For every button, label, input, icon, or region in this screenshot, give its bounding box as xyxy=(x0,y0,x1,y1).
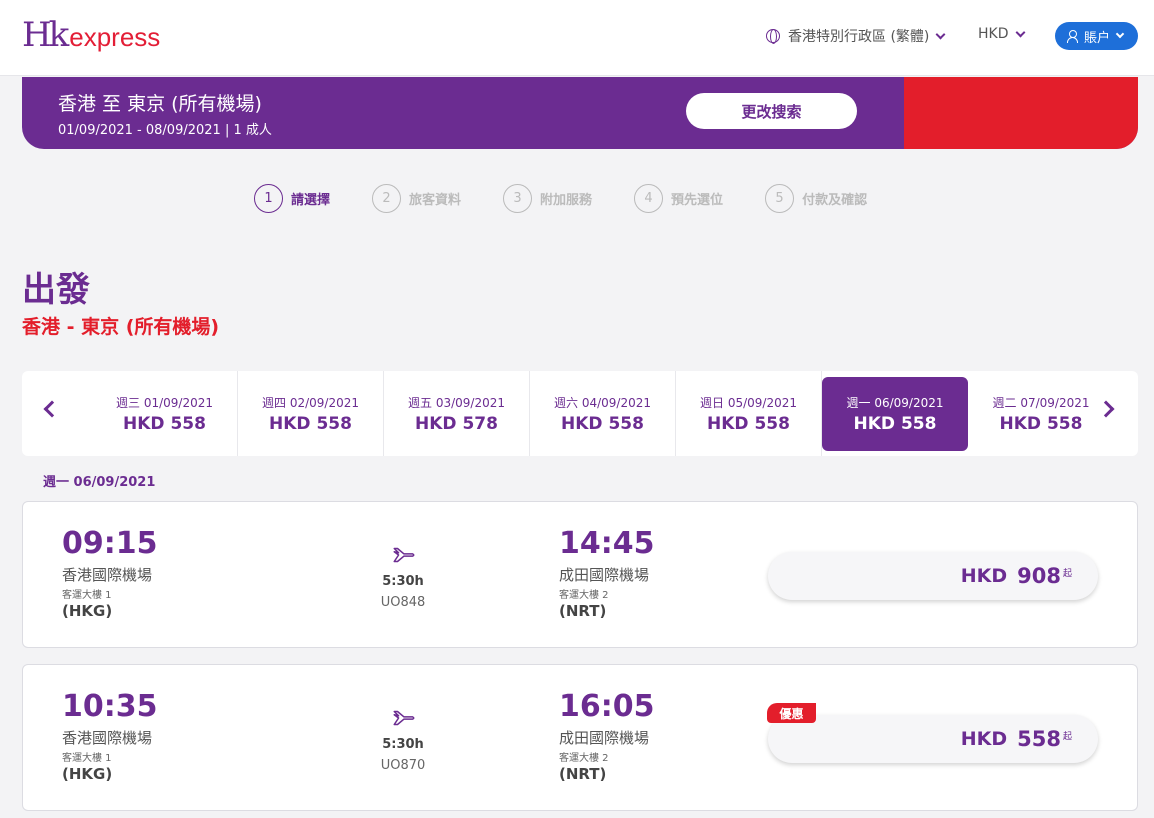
step-number: 5 xyxy=(765,184,795,213)
date-price: HKD 558 xyxy=(999,413,1083,434)
account-label: 賬户 xyxy=(1084,30,1111,46)
departure-airport: 香港國際機場 xyxy=(62,729,153,747)
date-option[interactable]: 週五 03/09/2021 HKD 578 xyxy=(384,371,530,456)
hk-express-logo[interactable]: Hk express xyxy=(22,18,160,52)
date-label: 週日 05/09/2021 xyxy=(700,395,797,410)
language-selector[interactable]: 香港特別行政區 (繁體) xyxy=(766,26,946,46)
date-option[interactable]: 週日 05/09/2021 HKD 558 xyxy=(676,371,822,456)
arrival-time: 16:05 xyxy=(559,689,655,724)
date-option[interactable]: 週四 02/09/2021 HKD 558 xyxy=(238,371,384,456)
date-option[interactable]: 週六 04/09/2021 HKD 558 xyxy=(530,371,676,456)
chevron-left-icon[interactable] xyxy=(43,400,61,418)
fare-amount: 558 xyxy=(1017,727,1061,751)
logo-hk: Hk xyxy=(22,15,69,55)
select-fare-button[interactable]: HKD 908 起 xyxy=(768,552,1098,600)
arrival-terminal: 客運大樓 2 xyxy=(559,590,609,601)
user-icon xyxy=(1067,30,1078,43)
step-add-ons: 3 附加服務 xyxy=(503,184,592,213)
step-label: 請選擇 xyxy=(291,193,331,208)
date-option[interactable]: 週二 07/09/2021 HKD 558 xyxy=(968,371,1114,456)
language-label: 香港特別行政區 (繁體) xyxy=(788,29,930,45)
promo-badge: 優惠 xyxy=(767,703,816,723)
date-label: 週二 07/09/2021 xyxy=(992,395,1090,410)
globe-icon xyxy=(766,29,780,44)
arrival-time: 14:45 xyxy=(559,526,655,561)
flight-number: UO848 xyxy=(380,595,426,610)
step-passenger-details: 2 旅客資料 xyxy=(372,184,461,213)
date-price: HKD 558 xyxy=(269,413,352,434)
departure-terminal: 客運大樓 1 xyxy=(62,590,112,601)
departure-title: 出發 xyxy=(22,270,90,310)
departure-time: 09:15 xyxy=(62,526,158,561)
arrival-airport: 成田國際機場 xyxy=(559,729,650,747)
fare-currency: HKD xyxy=(960,565,1008,587)
step-label: 付款及確認 xyxy=(802,193,868,208)
logo-express: express xyxy=(69,22,161,52)
date-label: 週四 02/09/2021 xyxy=(262,395,359,410)
date-list: 週三 01/09/2021 HKD 558 週四 02/09/2021 HKD … xyxy=(92,371,1114,456)
departure-airport: 香港國際機場 xyxy=(62,566,153,584)
departure-time: 10:35 xyxy=(62,689,158,724)
arrival-code: (NRT) xyxy=(559,602,607,620)
date-carousel: 週三 01/09/2021 HKD 558 週四 02/09/2021 HKD … xyxy=(22,371,1138,456)
date-price: HKD 558 xyxy=(561,413,644,434)
date-option[interactable]: 週三 01/09/2021 HKD 558 xyxy=(92,371,238,456)
banner-accent xyxy=(904,77,1138,149)
arrival-airport: 成田國際機場 xyxy=(559,566,650,584)
select-fare-button[interactable]: HKD 558 起 xyxy=(768,715,1098,763)
search-route: 香港 至 東京 (所有機場) xyxy=(58,93,262,115)
departure-code: (HKG) xyxy=(62,765,113,783)
date-label: 週三 01/09/2021 xyxy=(116,395,213,410)
departure-code: (HKG) xyxy=(62,602,113,620)
airplane-icon xyxy=(393,710,415,726)
currency-label: HKD xyxy=(978,26,1009,42)
date-label: 週六 04/09/2021 xyxy=(554,395,651,410)
departure-terminal: 客運大樓 1 xyxy=(62,753,112,764)
top-header: Hk express 香港特別行政區 (繁體) HKD 賬户 xyxy=(0,0,1154,76)
step-payment: 5 付款及確認 xyxy=(765,184,867,213)
step-select[interactable]: 1 請選擇 xyxy=(254,184,330,213)
flight-number: UO870 xyxy=(380,758,426,773)
arrival-code: (NRT) xyxy=(559,765,607,783)
change-search-button[interactable]: 更改搜索 xyxy=(686,93,857,129)
selected-date-label: 週一 06/09/2021 xyxy=(43,475,156,490)
search-summary-banner: 香港 至 東京 (所有機場) 01/09/2021 - 08/09/2021 |… xyxy=(22,77,1138,149)
step-seat-selection: 4 預先選位 xyxy=(634,184,723,213)
chevron-down-icon xyxy=(1115,29,1125,39)
date-option-selected[interactable]: 週一 06/09/2021 HKD 558 xyxy=(822,377,968,451)
date-price: HKD 558 xyxy=(707,413,790,434)
step-number: 1 xyxy=(254,184,283,213)
departure-route: 香港 - 東京 (所有機場) xyxy=(22,316,220,338)
date-label: 週一 06/09/2021 xyxy=(846,396,944,410)
flight-card: 10:35 香港國際機場 客運大樓 1 (HKG) 5:30h UO870 16… xyxy=(22,664,1138,811)
flight-duration: 5:30h xyxy=(382,737,424,752)
airplane-icon xyxy=(393,547,415,563)
currency-selector[interactable]: HKD xyxy=(978,26,1025,42)
step-label: 預先選位 xyxy=(671,193,724,208)
date-price: HKD 558 xyxy=(853,414,937,434)
flight-duration: 5:30h xyxy=(382,574,424,589)
fare-from-label: 起 xyxy=(1062,731,1072,742)
step-number: 2 xyxy=(372,184,402,213)
date-price: HKD 578 xyxy=(415,413,498,434)
date-price: HKD 558 xyxy=(123,413,206,434)
booking-steps: 1 請選擇 2 旅客資料 3 附加服務 4 預先選位 5 付款及確認 xyxy=(254,184,909,213)
chevron-down-icon xyxy=(935,29,946,39)
account-button[interactable]: 賬户 xyxy=(1055,22,1138,50)
flight-card: 09:15 香港國際機場 客運大樓 1 (HKG) 5:30h UO848 14… xyxy=(22,501,1138,648)
step-number: 3 xyxy=(503,184,533,213)
fare-currency: HKD xyxy=(960,728,1008,750)
step-label: 附加服務 xyxy=(540,193,593,208)
step-number: 4 xyxy=(634,184,664,213)
date-label: 週五 03/09/2021 xyxy=(408,395,505,410)
arrival-terminal: 客運大樓 2 xyxy=(559,753,609,764)
chevron-down-icon xyxy=(1015,27,1025,37)
fare-amount: 908 xyxy=(1017,564,1061,588)
fare-from-label: 起 xyxy=(1062,568,1072,579)
search-dates-passengers: 01/09/2021 - 08/09/2021 | 1 成人 xyxy=(58,123,272,138)
step-label: 旅客資料 xyxy=(409,193,462,208)
